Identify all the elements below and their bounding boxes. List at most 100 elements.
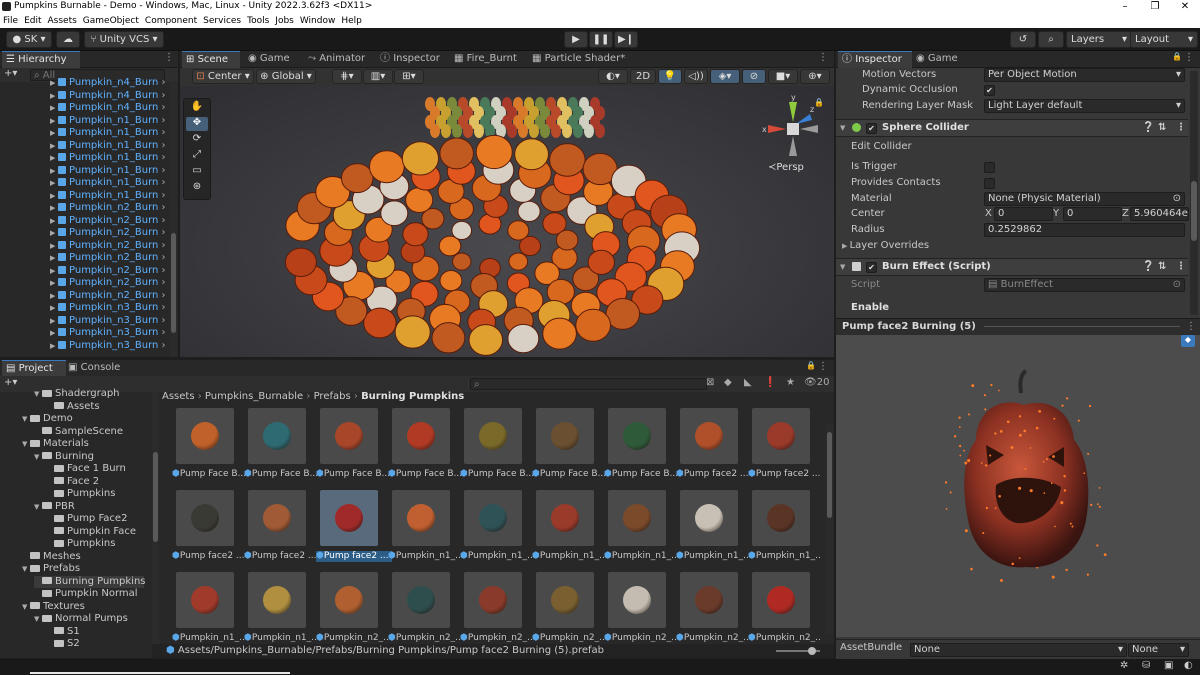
- project-tree-item[interactable]: Pumpkin Face: [46, 526, 136, 539]
- foldout-arrow-icon[interactable]: ▶: [50, 102, 58, 115]
- foldout-arrow-icon[interactable]: ▶: [50, 315, 58, 328]
- foldout-arrow-icon[interactable]: ▶: [50, 165, 58, 178]
- foldout-arrow-icon[interactable]: ▶: [50, 190, 58, 203]
- asset-thumbnail[interactable]: [392, 572, 450, 628]
- project-tree-item[interactable]: Pumpkins: [46, 538, 115, 551]
- asset-label[interactable]: ⬢Pumpkin_n1_...: [604, 551, 680, 562]
- project-search-input[interactable]: ⌕: [470, 378, 707, 390]
- slider-thumb[interactable]: [808, 647, 816, 655]
- cache-server-icon[interactable]: ⛁: [1142, 660, 1150, 671]
- chevron-right-icon[interactable]: ›: [158, 140, 166, 151]
- scene-pumpkin[interactable]: [468, 324, 504, 356]
- foldout-arrow-icon[interactable]: ▶: [50, 290, 58, 303]
- hierarchy-scroll-thumb[interactable]: [171, 233, 176, 333]
- asset-label[interactable]: ⬢Pumpkin_n2_...: [604, 633, 680, 642]
- thumbnail-size-slider[interactable]: [776, 647, 820, 655]
- chevron-right-icon[interactable]: ›: [158, 90, 166, 101]
- scene-pumpkin[interactable]: [363, 307, 397, 339]
- scene-pumpkin[interactable]: [402, 222, 429, 247]
- scene-pumpkin[interactable]: [542, 317, 577, 350]
- scene-pumpkin[interactable]: [463, 124, 473, 138]
- more-options-icon[interactable]: ⋮: [1184, 52, 1194, 63]
- effects-toggle[interactable]: ◈▾: [710, 69, 740, 84]
- asset-thumbnail[interactable]: [680, 490, 738, 546]
- edit-collider-label[interactable]: Edit Collider: [851, 139, 912, 154]
- grid-snap-button[interactable]: ⋕▾: [332, 69, 362, 84]
- motion-vectors-dropdown[interactable]: Per Object Motion ▾: [984, 68, 1185, 82]
- asset-label[interactable]: ⬢Pump Face B...: [460, 469, 536, 480]
- help-icon[interactable]: ❔: [1142, 259, 1154, 275]
- foldout-arrow-icon[interactable]: ▼: [22, 438, 30, 451]
- foldout-arrow-icon[interactable]: ▶: [50, 327, 58, 340]
- asset-thumbnail[interactable]: [248, 408, 306, 464]
- scene-pumpkin[interactable]: [380, 200, 409, 227]
- menu-component[interactable]: Component: [142, 14, 200, 28]
- project-tree-item[interactable]: Meshes: [22, 551, 81, 564]
- dynamic-occlusion-checkbox[interactable]: ✔: [984, 85, 995, 96]
- scene-pumpkin[interactable]: [284, 247, 317, 278]
- foldout-arrow-icon[interactable]: ▼: [34, 501, 42, 514]
- scene-pumpkin[interactable]: [540, 124, 550, 138]
- move-tool-icon[interactable]: ✥: [186, 117, 208, 131]
- pivot-dropdown[interactable]: ⊡ Center ▾: [192, 69, 254, 84]
- hierarchy-item[interactable]: ▶ Pumpkin_n4_Burn ›: [50, 77, 166, 90]
- foldout-arrow-icon[interactable]: ▶: [50, 202, 58, 215]
- center-z-field[interactable]: 5.960464e: [1130, 207, 1189, 221]
- material-field[interactable]: None (Physic Material) ⊙: [984, 192, 1185, 206]
- foldout-arrow-icon[interactable]: ▶: [50, 90, 58, 103]
- lock-icon[interactable]: 🔒: [814, 98, 824, 107]
- chevron-right-icon[interactable]: ›: [158, 227, 166, 238]
- chevron-right-icon[interactable]: ›: [158, 77, 166, 88]
- breadcrumb-burning-pumpkins[interactable]: Burning Pumpkins: [361, 391, 464, 402]
- create-asset-icon[interactable]: +▾: [4, 377, 17, 388]
- asset-thumbnail[interactable]: [176, 408, 234, 464]
- assetbundle-variant-dropdown[interactable]: None ▾: [1128, 643, 1189, 657]
- asset-thumbnail[interactable]: [536, 572, 594, 628]
- play-button[interactable]: ▶: [564, 31, 588, 48]
- warning-icon[interactable]: ❗: [764, 377, 776, 388]
- asset-label[interactable]: ⬢Pumpkin_n1_...: [748, 551, 820, 562]
- minimize-button[interactable]: –: [1110, 0, 1140, 14]
- asset-label[interactable]: ⬢Pump face2 ...: [172, 551, 248, 562]
- foldout-arrow-icon[interactable]: ▶: [50, 127, 58, 140]
- preset-icon[interactable]: ⇅: [1158, 120, 1166, 136]
- scene-pumpkin[interactable]: [451, 252, 472, 271]
- foldout-arrow-icon[interactable]: ▶: [50, 77, 58, 90]
- notification-icon[interactable]: ◐: [1184, 660, 1193, 671]
- lock-icon[interactable]: 🔒: [806, 361, 816, 370]
- tab-inspector-2[interactable]: ⓘ Inspector: [376, 51, 444, 67]
- foldout-arrow-icon[interactable]: ▼: [34, 388, 42, 401]
- scene-pumpkin[interactable]: [575, 308, 612, 342]
- tab-animator[interactable]: ⤳ Animator: [304, 51, 369, 67]
- hierarchy-item[interactable]: ▶ Pumpkin_n2_Burn ›: [50, 252, 166, 265]
- rect-tool-icon[interactable]: ▭: [186, 165, 208, 179]
- favorite-icon[interactable]: ★: [786, 377, 795, 388]
- scene-pumpkin[interactable]: [368, 150, 405, 184]
- scene-pumpkin[interactable]: [405, 187, 434, 214]
- history-button[interactable]: ↺: [1010, 31, 1036, 48]
- asset-label[interactable]: ⬢Pump Face B...: [532, 469, 608, 480]
- asset-thumbnail[interactable]: [464, 490, 522, 546]
- asset-label[interactable]: ⬢Pump Face B...: [316, 469, 392, 480]
- scene-pumpkin[interactable]: [439, 270, 463, 292]
- rotate-tool-icon[interactable]: ⟳: [186, 133, 208, 147]
- chevron-right-icon[interactable]: ›: [158, 152, 166, 163]
- scene-pumpkin[interactable]: [475, 134, 513, 170]
- help-icon[interactable]: ❔: [1142, 120, 1154, 136]
- menu-assets[interactable]: Assets: [45, 14, 80, 28]
- project-tree-item[interactable]: ▼ Demo: [22, 413, 73, 426]
- project-tree-item[interactable]: Face 2: [46, 476, 99, 489]
- debug-icon[interactable]: ✲: [1120, 660, 1128, 671]
- tab-project[interactable]: ▤ Project: [2, 360, 66, 377]
- chevron-right-icon[interactable]: ›: [158, 277, 166, 288]
- chevron-right-icon[interactable]: ›: [158, 265, 166, 276]
- lighting-toggle[interactable]: 💡: [658, 69, 682, 84]
- maximize-button[interactable]: ❐: [1140, 0, 1170, 14]
- asset-thumbnail[interactable]: [608, 572, 666, 628]
- asset-label[interactable]: ⬢Pump face2 ...: [748, 469, 820, 480]
- asset-label[interactable]: ⬢Pump face2 ...: [244, 551, 320, 562]
- hierarchy-item[interactable]: ▶ Pumpkin_n2_Burn ›: [50, 290, 166, 303]
- asset-thumbnail[interactable]: [608, 490, 666, 546]
- tab-game[interactable]: ◉ Game: [244, 51, 294, 67]
- menu-file[interactable]: File: [0, 14, 21, 28]
